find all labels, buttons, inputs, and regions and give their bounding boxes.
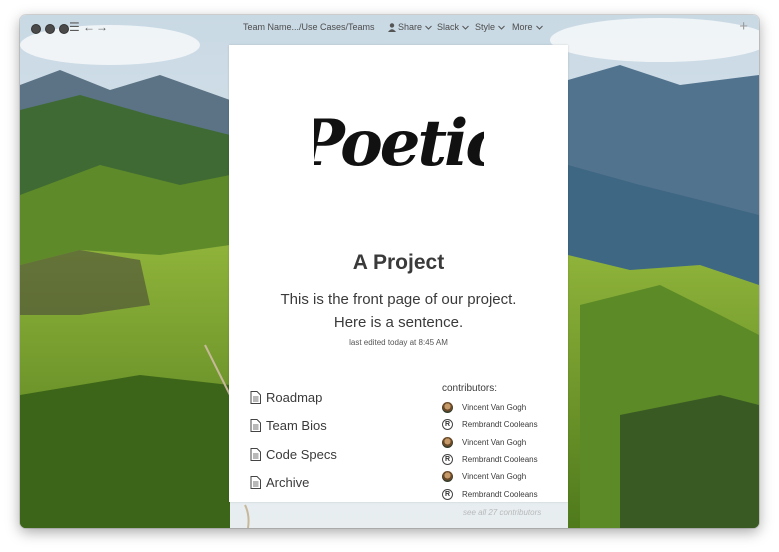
- chevron-down-icon: [535, 25, 543, 30]
- contributor-name: Rembrandt Cooleans: [462, 420, 538, 430]
- contributor-item[interactable]: R Rembrandt Cooleans: [442, 485, 562, 502]
- breadcrumb[interactable]: Team Name.../Use Cases/Teams: [243, 22, 375, 32]
- link-label: Roadmap: [266, 389, 323, 405]
- avatar: [442, 436, 453, 448]
- link-label: Code Specs: [266, 446, 337, 462]
- avatar: [442, 402, 453, 414]
- style-label: Style: [475, 22, 496, 32]
- chevron-down-icon: [462, 25, 469, 30]
- share-button[interactable]: Share: [388, 22, 433, 32]
- contributor-name: Rembrandt Cooleans: [462, 455, 538, 465]
- project-page-card: Poetic A Project This is the front page …: [229, 45, 568, 517]
- contributor-item[interactable]: Vincent Van Gogh: [442, 434, 562, 451]
- logo-text: Poetic: [314, 106, 484, 181]
- contributor-name: Rembrandt Cooleans: [462, 489, 538, 499]
- link-label: Archive: [266, 475, 310, 491]
- link-label: Team Bios: [266, 418, 327, 434]
- slack-label: Slack: [437, 22, 460, 32]
- more-label: More: [512, 22, 533, 32]
- contributor-item[interactable]: R Rembrandt Cooleans: [442, 451, 562, 468]
- page-title: A Project: [352, 251, 445, 274]
- document-icon: [250, 419, 261, 433]
- person-icon: [388, 22, 396, 32]
- avatar: [442, 471, 453, 483]
- link-archive[interactable]: Archive: [250, 469, 337, 498]
- more-button[interactable]: More: [512, 22, 544, 32]
- contributor-item[interactable]: Vincent Van Gogh: [442, 468, 562, 485]
- contributor-name: Vincent Van Gogh: [462, 437, 527, 447]
- menu-icon[interactable]: ☰: [69, 20, 80, 34]
- avatar: R: [442, 419, 453, 431]
- window-controls: [31, 24, 69, 34]
- contributor-name: Vincent Van Gogh: [462, 403, 527, 413]
- contributor-name: Vincent Van Gogh: [462, 472, 527, 482]
- document-icon: [250, 476, 261, 490]
- forward-arrow-icon[interactable]: →: [96, 20, 108, 34]
- page-links-list: Roadmap Team Bios Code Specs Archive: [250, 383, 337, 497]
- contributors-panel: contributors: Vincent Van Gogh R Rembran…: [442, 383, 562, 517]
- intro-line-2: Here is a sentence.: [333, 314, 464, 331]
- last-edited-text: last edited today at 8:45 AM: [349, 338, 448, 347]
- add-icon[interactable]: +: [739, 18, 748, 35]
- contributor-item[interactable]: Vincent Van Gogh: [442, 399, 562, 416]
- link-roadmap[interactable]: Roadmap: [250, 383, 337, 412]
- zoom-window-button[interactable]: [59, 24, 69, 34]
- app-window: ☰ ← → Team Name.../Use Cases/Teams Share…: [20, 15, 759, 528]
- title-bar: ☰ ← → Team Name.../Use Cases/Teams Share…: [20, 15, 759, 41]
- see-all-contributors-link[interactable]: see all 27 contributors: [442, 508, 562, 517]
- style-button[interactable]: Style: [475, 22, 506, 32]
- back-arrow-icon[interactable]: ←: [83, 20, 95, 34]
- document-icon: [250, 390, 261, 404]
- link-code-specs[interactable]: Code Specs: [250, 440, 337, 469]
- avatar: R: [442, 454, 453, 466]
- poetic-logo: Poetic: [229, 105, 568, 195]
- avatar: R: [442, 488, 453, 500]
- slack-button[interactable]: Slack: [437, 22, 470, 32]
- link-team-bios[interactable]: Team Bios: [250, 412, 337, 441]
- intro-line-1: This is the front page of our project.: [280, 291, 517, 308]
- page-intro: This is the front page of our project. H…: [229, 288, 568, 334]
- share-label: Share: [398, 22, 423, 32]
- minimize-window-button[interactable]: [45, 24, 55, 34]
- chevron-down-icon: [425, 25, 432, 30]
- close-window-button[interactable]: [31, 24, 41, 34]
- document-icon: [250, 447, 261, 461]
- chevron-down-icon: [498, 25, 505, 30]
- contributor-item[interactable]: R Rembrandt Cooleans: [442, 416, 562, 433]
- contributors-heading: contributors:: [442, 383, 498, 394]
